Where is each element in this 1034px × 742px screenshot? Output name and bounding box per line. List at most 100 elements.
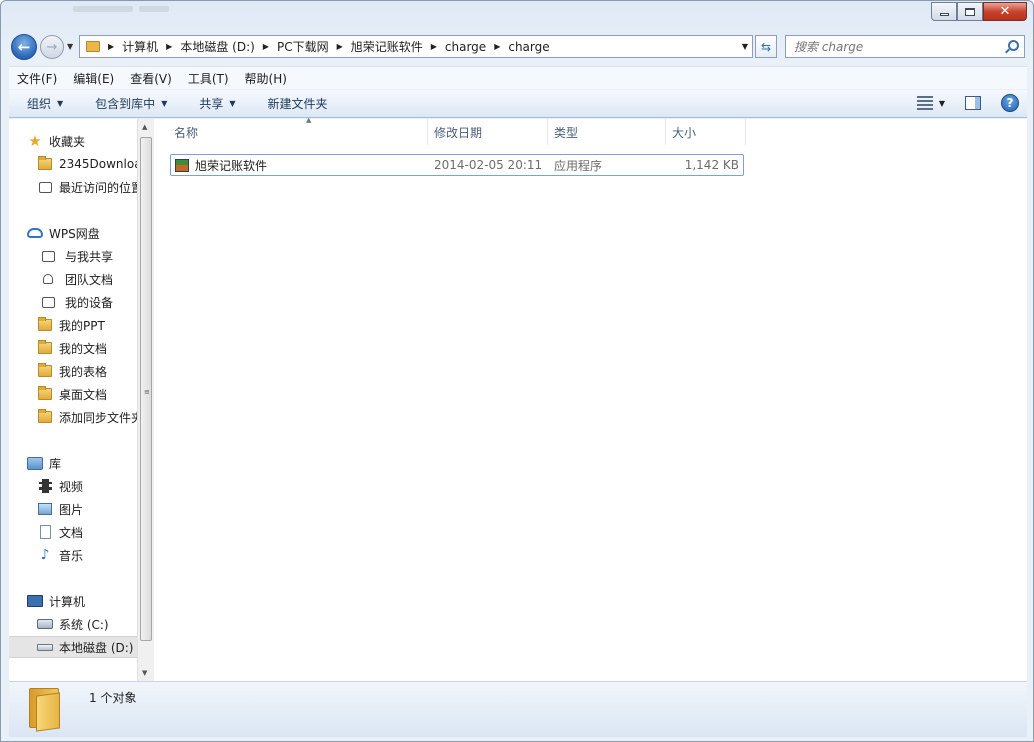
nav-scrollbar[interactable]: ▲ ≡ ▼: [137, 119, 154, 681]
nav-item-team-docs[interactable]: 团队文档: [37, 269, 113, 289]
nav-label: 收藏夹: [49, 134, 86, 149]
help-icon[interactable]: ?: [1001, 94, 1019, 112]
search-box: [785, 35, 1025, 58]
system-drive-icon: [37, 617, 53, 631]
nav-label: 最近访问的位置: [59, 180, 137, 195]
nav-item-videos[interactable]: 视频: [37, 476, 83, 496]
menu-file[interactable]: 文件(F): [9, 70, 65, 87]
breadcrumb-item[interactable]: 本地磁盘 (D:): [180, 38, 254, 55]
navigation-pane: ★ 收藏夹 2345Downloads 最近访问的位置 WPS网盘 与我共享 团队…: [9, 119, 137, 681]
share-button[interactable]: 共享 ▼: [181, 95, 249, 112]
nav-item-drive-d[interactable]: 本地磁盘 (D:): [9, 636, 137, 658]
nav-item-my-documents[interactable]: 我的文档: [37, 338, 107, 358]
column-header-modified[interactable]: 修改日期: [428, 119, 548, 145]
nav-label: 2345Downloads: [59, 157, 137, 171]
chevron-right-icon[interactable]: ▶: [431, 42, 437, 51]
folder-icon: [37, 156, 53, 171]
nav-label: 库: [49, 456, 62, 471]
scroll-thumb[interactable]: ≡: [140, 137, 152, 641]
breadcrumb-item[interactable]: 旭荣记账软件: [351, 38, 423, 55]
forward-button[interactable]: →: [40, 35, 64, 59]
nav-item-pictures[interactable]: 图片: [37, 499, 83, 519]
picture-icon: [37, 502, 53, 516]
nav-item-my-ppt[interactable]: 我的PPT: [37, 315, 105, 335]
minimize-icon: [939, 13, 949, 16]
view-options-icon[interactable]: [916, 96, 933, 110]
breadcrumb-item[interactable]: PC下载网: [277, 38, 329, 55]
nav-item-my-sheets[interactable]: 我的表格: [37, 361, 107, 381]
maximize-button[interactable]: [957, 2, 983, 21]
refresh-icon: ⇆: [760, 39, 772, 54]
column-label: 修改日期: [434, 125, 483, 140]
nav-label: 音乐: [59, 548, 84, 563]
nav-label: 与我共享: [65, 249, 114, 264]
new-folder-button[interactable]: 新建文件夹: [250, 95, 342, 112]
folder-icon: [86, 41, 100, 52]
chevron-down-icon: ▼: [57, 99, 64, 108]
recent-pages-dropdown[interactable]: ▼: [67, 42, 73, 51]
view-dropdown[interactable]: ▼: [939, 99, 945, 108]
breadcrumb-item[interactable]: charge: [445, 40, 486, 54]
include-library-button[interactable]: 包含到库中 ▼: [77, 95, 181, 112]
nav-item-my-devices[interactable]: 我的设备: [37, 292, 113, 312]
maximize-icon: [965, 7, 975, 16]
chevron-right-icon[interactable]: ▶: [494, 42, 500, 51]
chevron-right-icon[interactable]: ▶: [166, 42, 172, 51]
close-button[interactable]: ✕: [983, 2, 1027, 21]
nav-favorites[interactable]: ★ 收藏夹: [27, 131, 85, 151]
file-name-cell: 旭荣记账软件: [175, 155, 267, 175]
nav-item-music[interactable]: ♪ 音乐: [37, 545, 83, 565]
search-icon[interactable]: [1008, 40, 1019, 51]
chevron-right-icon[interactable]: ▶: [337, 42, 343, 51]
scroll-down-icon[interactable]: ▼: [142, 669, 147, 677]
address-bar[interactable]: ▶ 计算机 ▶ 本地磁盘 (D:) ▶ PC下载网 ▶ 旭荣记账软件 ▶ cha…: [79, 35, 753, 58]
file-type: 应用程序: [554, 158, 603, 173]
nav-item-shared-with-me[interactable]: 与我共享: [37, 246, 113, 266]
breadcrumb-item[interactable]: 计算机: [122, 38, 158, 55]
column-header-type[interactable]: 类型: [548, 119, 666, 145]
column-header-size[interactable]: 大小: [666, 119, 746, 145]
scroll-up-icon[interactable]: ▲: [142, 123, 147, 131]
nav-label: 团队文档: [65, 272, 114, 287]
nav-wps[interactable]: WPS网盘: [27, 223, 100, 243]
nav-libraries[interactable]: 库: [27, 453, 61, 473]
arrow-left-icon: ←: [17, 38, 31, 56]
search-input[interactable]: [786, 39, 996, 54]
back-button[interactable]: ←: [11, 34, 37, 60]
nav-computer[interactable]: 计算机: [27, 591, 85, 611]
chevron-down-icon: ▼: [161, 99, 168, 108]
chevron-right-icon[interactable]: ▶: [108, 42, 114, 51]
nav-label: 视频: [59, 479, 84, 494]
device-icon: [37, 295, 59, 309]
nav-label: 我的文档: [59, 341, 108, 356]
folder-icon: [37, 363, 53, 378]
folder-icon: [37, 409, 53, 424]
menu-edit[interactable]: 编辑(E): [65, 70, 122, 87]
application-icon: [175, 158, 189, 172]
nav-item-drive-c[interactable]: 系统 (C:): [37, 614, 109, 634]
nav-item-recent[interactable]: 最近访问的位置: [37, 177, 137, 197]
file-row[interactable]: 旭荣记账软件 2014-02-05 20:11 应用程序 1,142 KB: [170, 154, 744, 176]
nav-item-add-sync-folder[interactable]: 添加同步文件夹: [37, 407, 137, 427]
nav-item-documents[interactable]: 文档: [37, 522, 83, 542]
breadcrumb-item[interactable]: charge: [508, 40, 549, 54]
menu-tools[interactable]: 工具(T): [180, 70, 237, 87]
film-icon: [37, 479, 53, 493]
nav-item-2345downloads[interactable]: 2345Downloads: [37, 154, 137, 174]
address-history-dropdown[interactable]: ▼: [742, 42, 748, 51]
nav-label: 系统 (C:): [59, 617, 109, 632]
folder-icon: [37, 386, 53, 401]
preview-pane-icon[interactable]: [965, 96, 981, 110]
refresh-button[interactable]: ⇆: [755, 35, 777, 58]
nav-item-desktop-docs[interactable]: 桌面文档: [37, 384, 107, 404]
column-header-name[interactable]: 名称 ▲: [168, 116, 428, 145]
menu-view[interactable]: 查看(V): [122, 70, 180, 87]
nav-label: 文档: [59, 525, 84, 540]
organize-button[interactable]: 组织 ▼: [9, 95, 77, 112]
sort-ascending-icon: ▲: [306, 116, 312, 124]
minimize-button[interactable]: [931, 2, 957, 21]
nav-label: 我的表格: [59, 364, 108, 379]
menu-help[interactable]: 帮助(H): [237, 70, 295, 87]
chevron-right-icon[interactable]: ▶: [263, 42, 269, 51]
library-icon: [27, 456, 43, 470]
